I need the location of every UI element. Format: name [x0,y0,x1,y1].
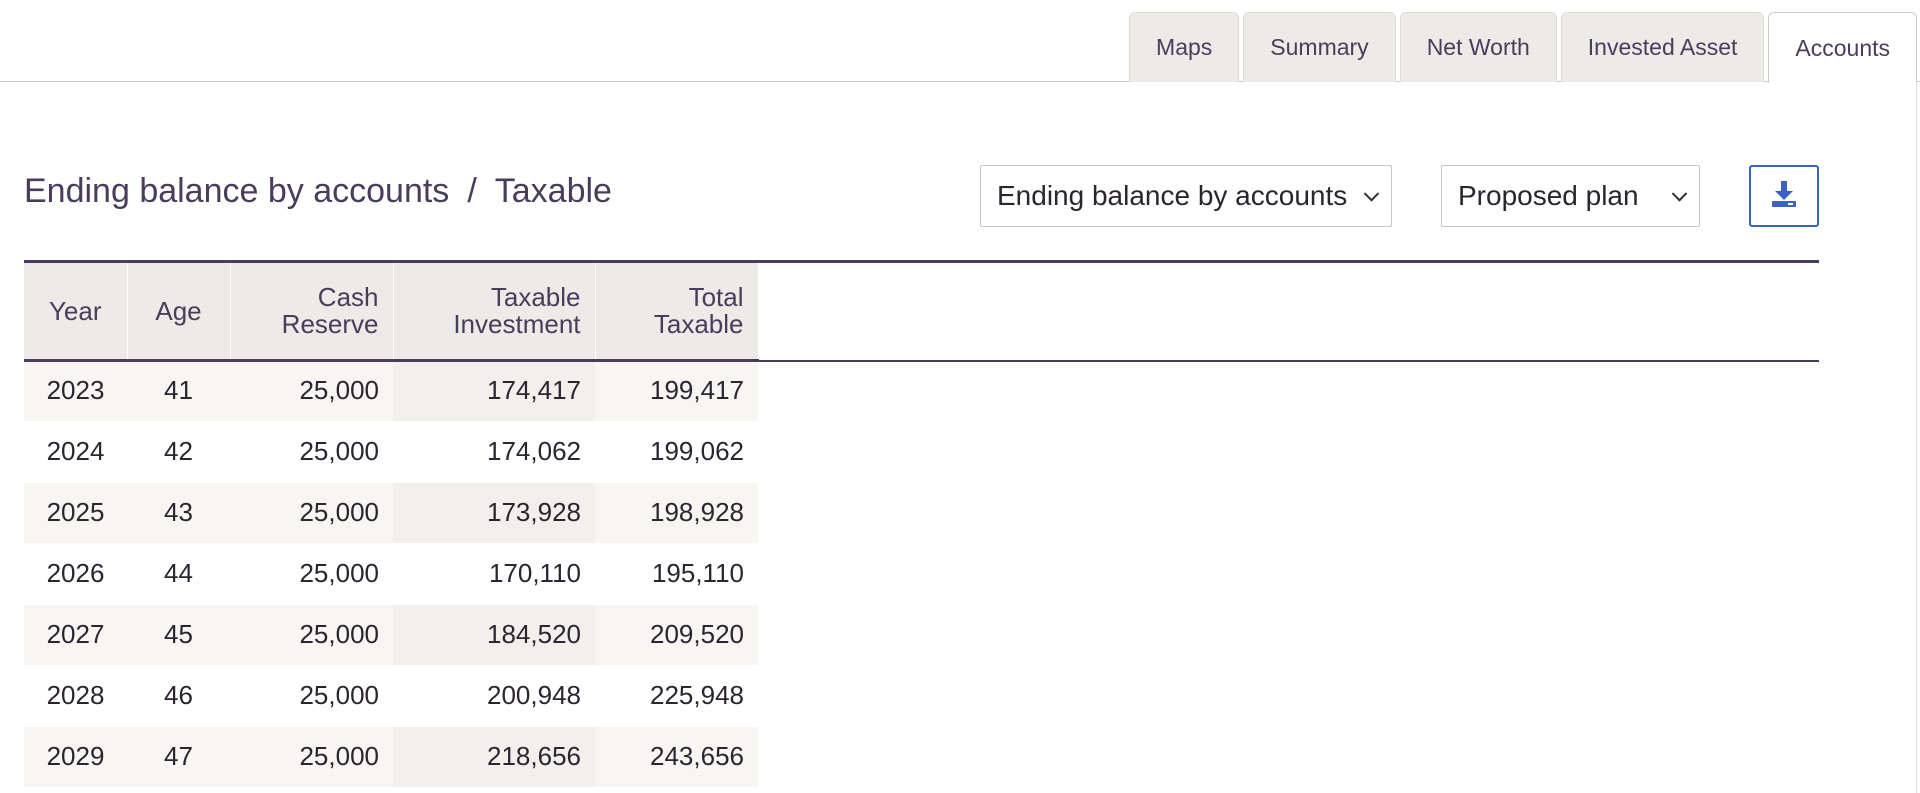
breadcrumb-separator: / [467,172,477,210]
breadcrumb: Ending balance by accounts / Taxable [24,172,612,211]
cell-age: 45 [127,603,230,665]
cell-cash-reserve: 25,000 [230,603,393,665]
download-button[interactable] [1749,165,1819,227]
accounts-table: Year Age Cash Reserve Taxable Investment T… [24,263,759,787]
cell-taxable-investment: 174,417 [393,359,595,421]
view-select[interactable]: Ending balance by accounts [980,165,1392,227]
accounts-page: Maps Summary Net Worth Invested Asset Ac… [0,0,1920,793]
table-header-row: Year Age Cash Reserve Taxable Investment T… [24,263,759,360]
cell-age: 42 [127,420,230,482]
header-text: Cash [317,282,379,312]
header-text: Taxable [653,309,744,339]
accounts-table-container: Year Age Cash Reserve Taxable Investment T… [24,260,1819,787]
header-text: Taxable [490,282,581,312]
tab-maps[interactable]: Maps [1129,12,1240,82]
tab-bar: Maps Summary Net Worth Invested Asset Ac… [0,0,1920,83]
chevron-down-icon [1671,186,1688,202]
col-header-total-taxable[interactable]: Total Taxable [595,263,759,360]
cell-total-taxable: 225,948 [595,664,758,726]
table-row: 2029 47 25,000 218,656 243,656 [24,725,758,787]
cell-year: 2025 [24,481,127,543]
cell-cash-reserve: 25,000 [230,359,393,421]
cell-age: 44 [127,542,230,604]
chevron-down-icon [1363,186,1380,202]
table-row: 2027 45 25,000 184,520 209,520 [24,603,758,665]
cell-cash-reserve: 25,000 [230,725,393,787]
panel-border [1916,82,1917,793]
cell-cash-reserve: 25,000 [230,420,393,482]
table-row: 2026 44 25,000 170,110 195,110 [24,542,758,604]
cell-total-taxable: 209,520 [595,603,758,665]
plan-select[interactable]: Proposed plan [1441,165,1700,227]
view-select-value: Ending balance by accounts [997,180,1348,211]
cell-age: 46 [127,664,230,726]
cell-age: 41 [127,359,230,421]
col-header-cash-reserve[interactable]: Cash Reserve [230,263,394,360]
cell-taxable-investment: 173,928 [393,481,595,543]
tab-accounts[interactable]: Accounts [1768,12,1917,83]
cell-taxable-investment: 184,520 [393,603,595,665]
table-row: 2028 46 25,000 200,948 225,948 [24,664,758,726]
breadcrumb-primary: Ending balance by accounts [24,172,450,210]
cell-year: 2029 [24,725,127,787]
cell-year: 2023 [24,359,127,421]
cell-taxable-investment: 170,110 [393,542,595,604]
col-header-age[interactable]: Age [127,263,231,360]
header-bottom-rule [24,360,1819,362]
tab-list: Maps Summary Net Worth Invested Asset Ac… [1129,12,1917,83]
cell-age: 47 [127,725,230,787]
cell-total-taxable: 243,656 [595,725,758,787]
table-row: 2023 41 25,000 174,417 199,417 [24,359,758,421]
breadcrumb-secondary: Taxable [494,172,612,210]
tab-summary[interactable]: Summary [1243,12,1396,82]
cell-year: 2028 [24,664,127,726]
cell-total-taxable: 199,062 [595,420,758,482]
tab-invested-asset[interactable]: Invested Asset [1560,12,1765,82]
cell-total-taxable: 195,110 [595,542,758,604]
header-text: Reserve [281,309,379,339]
cell-taxable-investment: 200,948 [393,664,595,726]
table-row: 2024 42 25,000 174,062 199,062 [24,420,758,482]
download-icon [1769,179,1799,214]
cell-cash-reserve: 25,000 [230,542,393,604]
header-text: Total [688,282,744,312]
col-header-year[interactable]: Year [24,263,128,360]
cell-total-taxable: 199,417 [595,359,758,421]
tab-net-worth[interactable]: Net Worth [1399,12,1557,82]
col-header-taxable-investment[interactable]: Taxable Investment [393,263,596,360]
header-text: Investment [453,309,581,339]
cell-taxable-investment: 174,062 [393,420,595,482]
cell-year: 2027 [24,603,127,665]
plan-select-value: Proposed plan [1458,180,1639,211]
cell-total-taxable: 198,928 [595,481,758,543]
cell-cash-reserve: 25,000 [230,481,393,543]
cell-year: 2024 [24,420,127,482]
table-row: 2025 43 25,000 173,928 198,928 [24,481,758,543]
cell-cash-reserve: 25,000 [230,664,393,726]
cell-year: 2026 [24,542,127,604]
cell-age: 43 [127,481,230,543]
cell-taxable-investment: 218,656 [393,725,595,787]
